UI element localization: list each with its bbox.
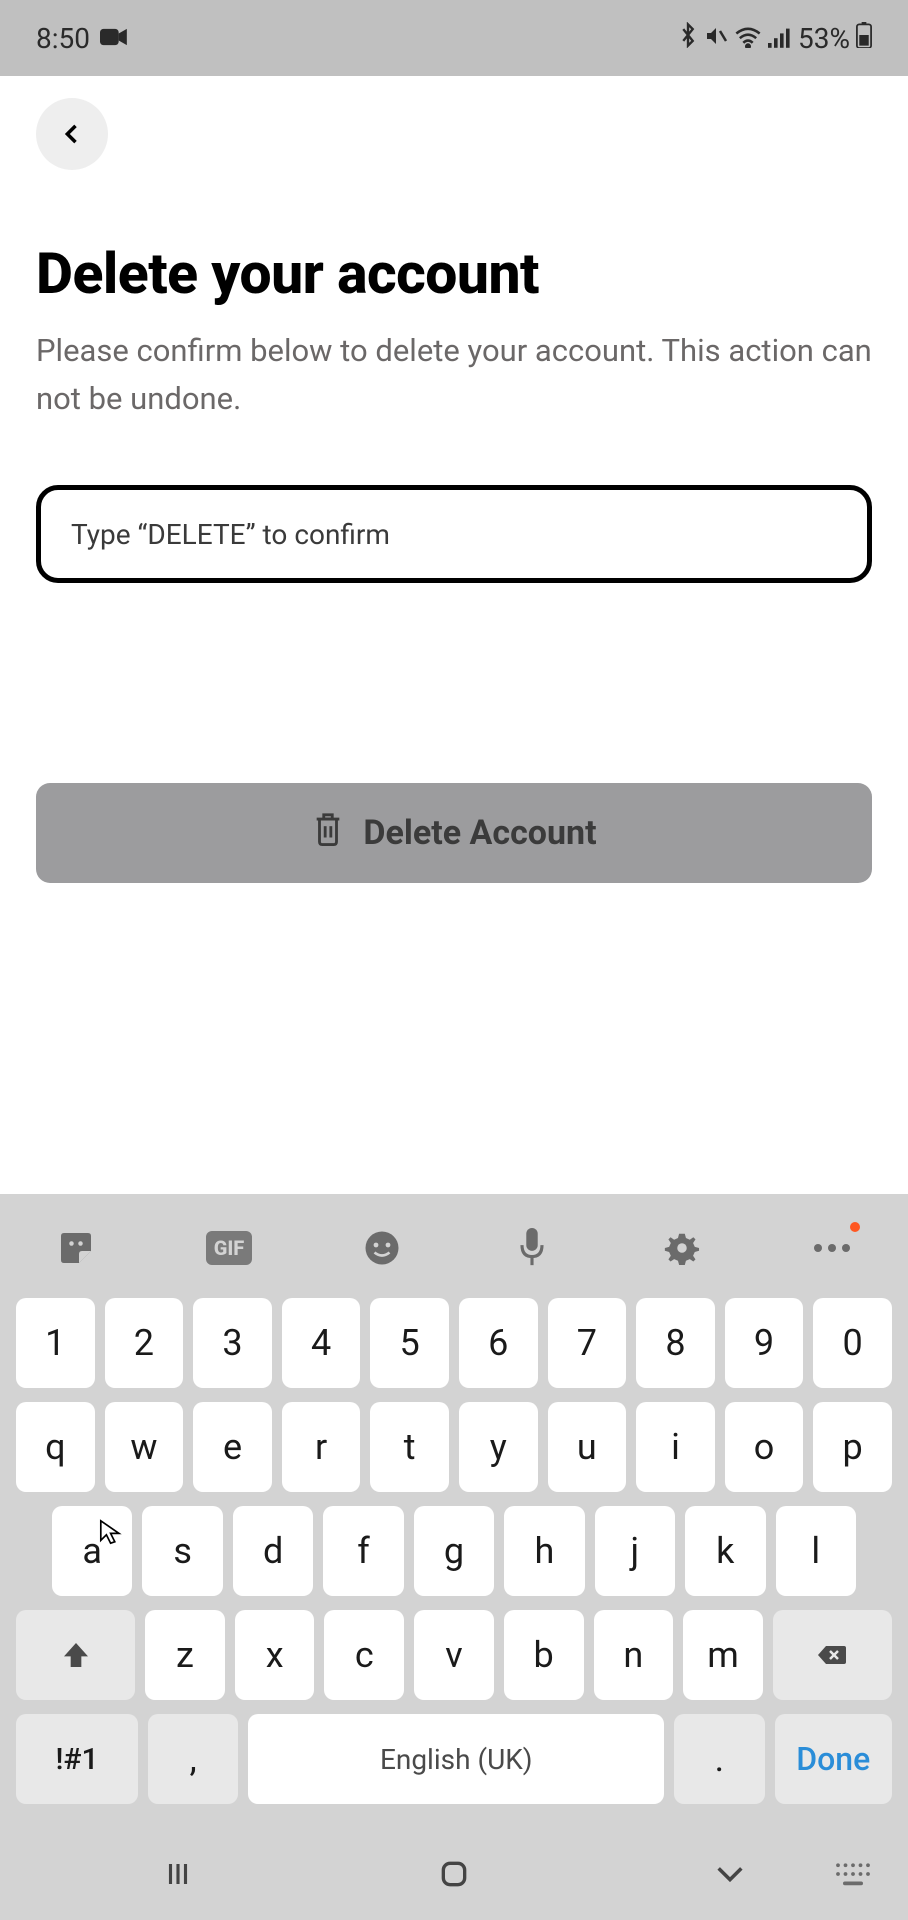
back-button[interactable] (36, 98, 108, 170)
battery-icon (856, 22, 872, 55)
app-content: Delete your account Please confirm below… (0, 76, 908, 1194)
keyboard-row-z: zxcvbnm (16, 1610, 892, 1700)
key-6[interactable]: 6 (459, 1298, 538, 1388)
bluetooth-icon (678, 22, 698, 55)
key-q[interactable]: q (16, 1402, 95, 1492)
status-time: 8:50 (36, 22, 90, 55)
notification-dot-icon (850, 1222, 860, 1232)
key-v[interactable]: v (414, 1610, 494, 1700)
page-title: Delete your account (36, 240, 872, 307)
key-5[interactable]: 5 (370, 1298, 449, 1388)
key-x[interactable]: x (235, 1610, 315, 1700)
key-g[interactable]: g (414, 1506, 494, 1596)
key-z[interactable]: z (145, 1610, 225, 1700)
keyboard-row-numbers: 1234567890 (16, 1298, 892, 1388)
key-j[interactable]: j (595, 1506, 675, 1596)
shift-key[interactable] (16, 1610, 135, 1700)
key-9[interactable]: 9 (725, 1298, 804, 1388)
key-i[interactable]: i (636, 1402, 715, 1492)
shift-up-icon (60, 1639, 92, 1671)
more-options-icon[interactable] (812, 1228, 852, 1268)
status-right: 53% (678, 22, 872, 55)
keyboard-row-q: qwertyuiop (16, 1402, 892, 1492)
navigation-bar (0, 1828, 908, 1920)
key-1[interactable]: 1 (16, 1298, 95, 1388)
recent-apps-button[interactable] (157, 1853, 199, 1895)
sticker-icon[interactable] (56, 1228, 96, 1268)
keyboard: GIF 1234567890 qwertyuiop asdfghjkl zxcv… (0, 1194, 908, 1828)
key-h[interactable]: h (504, 1506, 584, 1596)
key-l[interactable]: l (776, 1506, 856, 1596)
key-o[interactable]: o (725, 1402, 804, 1492)
backspace-icon (816, 1639, 848, 1671)
page-subtitle: Please confirm below to delete your acco… (36, 327, 872, 423)
keyboard-switch-icon[interactable] (832, 1853, 874, 1895)
status-left: 8:50 (36, 22, 128, 55)
key-s[interactable]: s (142, 1506, 222, 1596)
spacebar-key[interactable]: English (UK) (248, 1714, 664, 1804)
key-m[interactable]: m (683, 1610, 763, 1700)
signal-icon (768, 22, 792, 55)
key-f[interactable]: f (323, 1506, 403, 1596)
key-0[interactable]: 0 (813, 1298, 892, 1388)
key-r[interactable]: r (282, 1402, 361, 1492)
symbols-key[interactable]: !#1 (16, 1714, 138, 1804)
delete-account-button[interactable]: Delete Account (36, 783, 872, 883)
battery-percentage: 53% (798, 22, 850, 55)
delete-account-label: Delete Account (363, 813, 596, 853)
key-7[interactable]: 7 (548, 1298, 627, 1388)
key-y[interactable]: y (459, 1402, 538, 1492)
trash-icon (311, 810, 345, 857)
keyboard-row-a: asdfghjkl (16, 1506, 892, 1596)
confirm-delete-input[interactable] (36, 485, 872, 583)
period-key[interactable]: . (674, 1714, 764, 1804)
key-u[interactable]: u (548, 1402, 627, 1492)
home-button[interactable] (433, 1853, 475, 1895)
key-b[interactable]: b (504, 1610, 584, 1700)
key-d[interactable]: d (233, 1506, 313, 1596)
emoji-icon[interactable] (362, 1228, 402, 1268)
chevron-left-icon (58, 120, 86, 148)
comma-key[interactable]: , (148, 1714, 238, 1804)
key-2[interactable]: 2 (105, 1298, 184, 1388)
wifi-icon (734, 22, 762, 55)
done-key[interactable]: Done (775, 1714, 892, 1804)
keyboard-toolbar: GIF (16, 1210, 892, 1298)
key-c[interactable]: c (324, 1610, 404, 1700)
back-nav-button[interactable] (709, 1853, 751, 1895)
key-a[interactable]: a (52, 1506, 132, 1596)
mute-icon (704, 22, 728, 55)
key-k[interactable]: k (685, 1506, 765, 1596)
key-4[interactable]: 4 (282, 1298, 361, 1388)
key-3[interactable]: 3 (193, 1298, 272, 1388)
key-e[interactable]: e (193, 1402, 272, 1492)
keyboard-row-bottom: !#1 , English (UK) . Done (16, 1714, 892, 1804)
key-n[interactable]: n (594, 1610, 674, 1700)
video-record-icon (100, 22, 128, 55)
microphone-icon[interactable] (512, 1228, 552, 1268)
key-p[interactable]: p (813, 1402, 892, 1492)
gif-icon[interactable]: GIF (206, 1231, 252, 1265)
key-t[interactable]: t (370, 1402, 449, 1492)
status-bar: 8:50 53% (0, 0, 908, 76)
key-8[interactable]: 8 (636, 1298, 715, 1388)
confirm-input-wrap (36, 485, 872, 583)
settings-gear-icon[interactable] (662, 1228, 702, 1268)
backspace-key[interactable] (773, 1610, 892, 1700)
key-w[interactable]: w (105, 1402, 184, 1492)
